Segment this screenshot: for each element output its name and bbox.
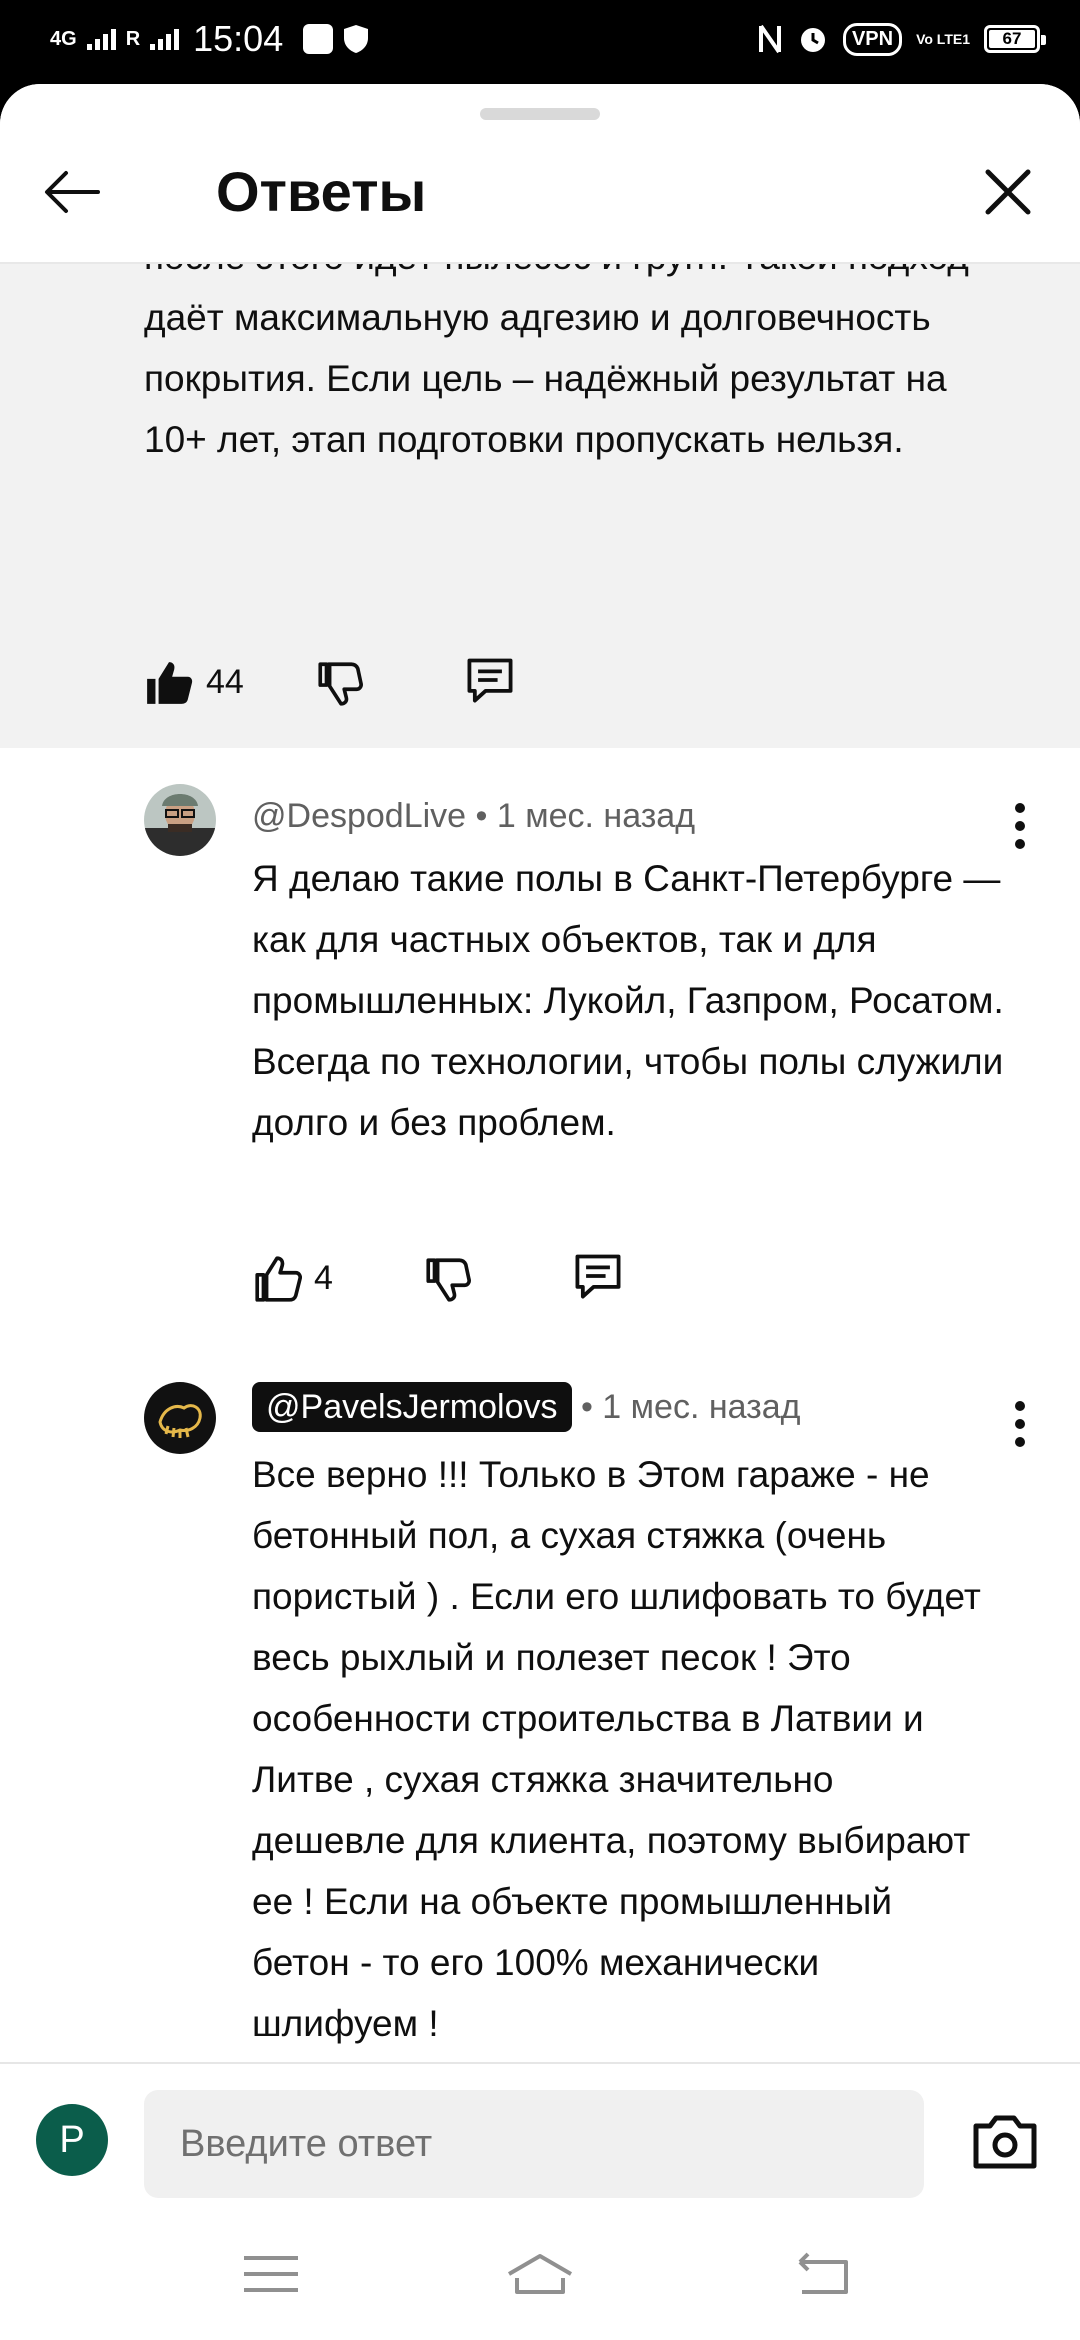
my-avatar[interactable]: P	[36, 2104, 108, 2176]
more-vert-icon[interactable]	[1000, 796, 1040, 856]
parent-comment: после этого идёт пылесос и грунт. Такой …	[0, 264, 1080, 748]
home-icon[interactable]	[505, 2244, 575, 2304]
reply-input[interactable]	[144, 2090, 924, 2198]
system-nav-bar	[0, 2212, 1080, 2340]
thumbs-up-filled-icon	[147, 661, 193, 704]
thumbs-up-icon	[255, 1255, 302, 1302]
reply-button[interactable]	[464, 654, 516, 711]
mail-notification-icon	[303, 24, 334, 54]
clock: 15:04	[193, 18, 284, 59]
avatar[interactable]	[144, 1382, 216, 1454]
thumbs-down-icon	[426, 1257, 471, 1302]
like-button[interactable]: 44	[144, 658, 314, 708]
status-bar: 4G R 15:04 VPN Vo LTE1 67	[0, 0, 1080, 84]
drag-handle[interactable]	[480, 108, 600, 120]
replies-sheet: Ответы после этого идёт пылесос и грунт.…	[0, 84, 1080, 2340]
page-title: Ответы	[216, 160, 427, 223]
comment-icon	[575, 1254, 621, 1299]
alarm-icon	[800, 28, 825, 52]
timestamp: • 1 мес. назад	[475, 797, 696, 835]
comment-icon	[467, 658, 513, 703]
signal-icon	[86, 28, 116, 50]
battery-icon: 67	[984, 25, 1046, 53]
parent-comment-text: после этого идёт пылесос и грунт. Такой …	[144, 264, 969, 460]
status-left: 4G R 15:04	[50, 18, 369, 60]
author-name-chip[interactable]: @PavelsJermolovs	[252, 1382, 572, 1432]
reply-meta: @PavelsJermolovs • 1 мес. назад	[252, 1382, 800, 1432]
network-type: 4G	[50, 28, 77, 50]
back-nav-icon[interactable]	[788, 2244, 858, 2304]
volte-indicator: Vo LTE1	[916, 31, 970, 47]
battery-level: 67	[989, 30, 1035, 48]
dislike-button[interactable]	[422, 1254, 572, 1304]
roaming-indicator: R	[125, 27, 141, 50]
like-button[interactable]: 4	[252, 1254, 422, 1304]
close-icon[interactable]	[976, 160, 1040, 224]
more-vert-icon[interactable]	[1000, 1394, 1040, 1454]
reply-meta: @DespodLive • 1 мес. назад	[252, 794, 695, 838]
menu-icon[interactable]	[236, 2244, 306, 2304]
reply-actions: 4	[252, 1250, 624, 1307]
reply-composer: P	[0, 2062, 1080, 2212]
author-name[interactable]: @DespodLive	[252, 797, 466, 835]
like-count: 4	[314, 1259, 333, 1297]
nfc-icon	[758, 24, 781, 54]
status-right: VPN Vo LTE1 67	[757, 22, 1046, 56]
back-arrow-icon[interactable]	[40, 160, 104, 224]
timestamp: • 1 мес. назад	[580, 1388, 801, 1426]
like-count: 44	[206, 663, 244, 701]
reply-text: Все верно !!! Только в Этом гараже - не …	[252, 1454, 981, 2044]
avatar[interactable]	[144, 784, 216, 856]
shield-notification-icon	[344, 25, 369, 53]
dislike-button[interactable]	[314, 658, 464, 708]
vpn-badge: VPN	[842, 22, 903, 56]
sheet-header: Ответы	[0, 84, 1080, 264]
user-photo-icon	[144, 784, 216, 856]
reply-text: Я делаю такие полы в Санкт-Петербурге — …	[252, 858, 1004, 1143]
parent-comment-actions: 44	[144, 654, 516, 711]
thumbs-down-icon	[318, 661, 363, 706]
signal-icon-2	[150, 28, 180, 50]
camera-icon[interactable]	[970, 2110, 1040, 2174]
user-logo-icon	[144, 1382, 216, 1454]
reply-button[interactable]	[572, 1250, 624, 1307]
